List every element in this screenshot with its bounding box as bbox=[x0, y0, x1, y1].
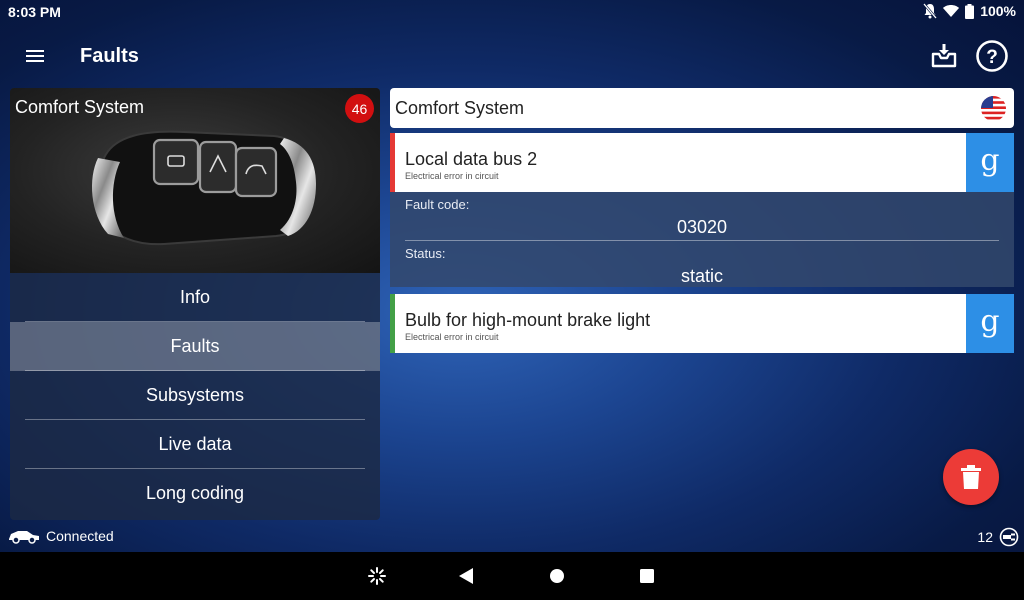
divider bbox=[405, 240, 999, 241]
back-icon bbox=[459, 568, 473, 584]
car-key-icon bbox=[92, 130, 316, 246]
menu-button[interactable] bbox=[22, 44, 48, 68]
page-title: Faults bbox=[80, 45, 139, 67]
fault-severity-stripe bbox=[390, 133, 395, 192]
fault-subtitle: Electrical error in circuit bbox=[405, 171, 499, 181]
delete-faults-button[interactable] bbox=[943, 449, 999, 505]
home-icon bbox=[550, 569, 564, 583]
nav-item-live-data[interactable]: Live data bbox=[10, 420, 380, 469]
module-nav: Info Faults Subsystems Live data Long co… bbox=[10, 273, 380, 518]
home-button[interactable] bbox=[547, 566, 567, 586]
mute-icon bbox=[923, 3, 938, 19]
app-bar: Faults ? bbox=[0, 24, 1024, 88]
counter-value: 12 bbox=[977, 529, 993, 545]
detail-title: Comfort System bbox=[395, 98, 525, 118]
help-button[interactable]: ? bbox=[975, 39, 1009, 73]
google-icon: g bbox=[980, 142, 1000, 178]
assistant-button[interactable] bbox=[367, 566, 387, 586]
menu-icon bbox=[26, 50, 44, 62]
status-value: static bbox=[680, 266, 723, 286]
inbox-download-icon bbox=[931, 44, 957, 68]
module-title: Comfort System bbox=[15, 97, 145, 117]
wifi-icon bbox=[943, 5, 960, 17]
fault-code-value: 03020 bbox=[676, 217, 728, 237]
google-icon: g bbox=[980, 303, 1000, 339]
nav-item-info[interactable]: Info bbox=[10, 273, 380, 322]
fault-severity-stripe bbox=[390, 294, 395, 353]
fault-subtitle: Electrical error in circuit bbox=[405, 332, 499, 342]
battery-icon bbox=[965, 3, 975, 19]
power-plug-icon bbox=[999, 527, 1019, 547]
module-image: Comfort System 46 bbox=[10, 88, 380, 273]
status-bar: 8:03 PM 100% bbox=[0, 0, 1024, 24]
status-label: Status: bbox=[405, 246, 446, 261]
connection-label: Connected bbox=[46, 528, 114, 544]
language-flag-button[interactable] bbox=[981, 96, 1006, 121]
module-panel: Comfort System 46 Info Faults Subsystems… bbox=[10, 88, 380, 520]
connection-status: Connected bbox=[8, 528, 114, 544]
back-button[interactable] bbox=[456, 566, 476, 586]
trash-icon bbox=[961, 465, 981, 489]
status-icons: 100% bbox=[923, 3, 1016, 19]
system-nav-bar bbox=[0, 552, 1024, 600]
battery-percent: 100% bbox=[980, 3, 1016, 19]
recents-icon bbox=[640, 569, 654, 583]
footer-counter: 12 bbox=[977, 527, 1019, 547]
fault-details: Fault code: 03020 Status: static bbox=[390, 192, 1014, 287]
google-search-button[interactable]: g bbox=[966, 133, 1014, 192]
fault-count-badge: 46 bbox=[345, 94, 374, 123]
svg-text:?: ? bbox=[986, 47, 998, 68]
fault-title: Local data bus 2 bbox=[405, 149, 538, 169]
assistant-icon bbox=[368, 567, 386, 585]
car-icon bbox=[9, 531, 39, 544]
google-search-button[interactable]: g bbox=[966, 294, 1014, 353]
fault-item[interactable]: Local data bus 2 Electrical error in cir… bbox=[390, 133, 1014, 192]
fault-title: Bulb for high-mount brake light bbox=[405, 310, 651, 330]
fault-item[interactable]: Bulb for high-mount brake light Electric… bbox=[390, 294, 1014, 353]
nav-item-long-coding[interactable]: Long coding bbox=[10, 469, 380, 518]
download-button[interactable] bbox=[928, 40, 960, 72]
us-flag-icon bbox=[981, 96, 1006, 121]
nav-item-faults[interactable]: Faults bbox=[10, 322, 380, 371]
status-time: 8:03 PM bbox=[8, 4, 61, 20]
help-icon: ? bbox=[976, 40, 1008, 72]
fault-code-label: Fault code: bbox=[405, 197, 470, 212]
recents-button[interactable] bbox=[637, 566, 657, 586]
nav-item-subsystems[interactable]: Subsystems bbox=[10, 371, 380, 420]
detail-header: Comfort System bbox=[390, 88, 1014, 128]
